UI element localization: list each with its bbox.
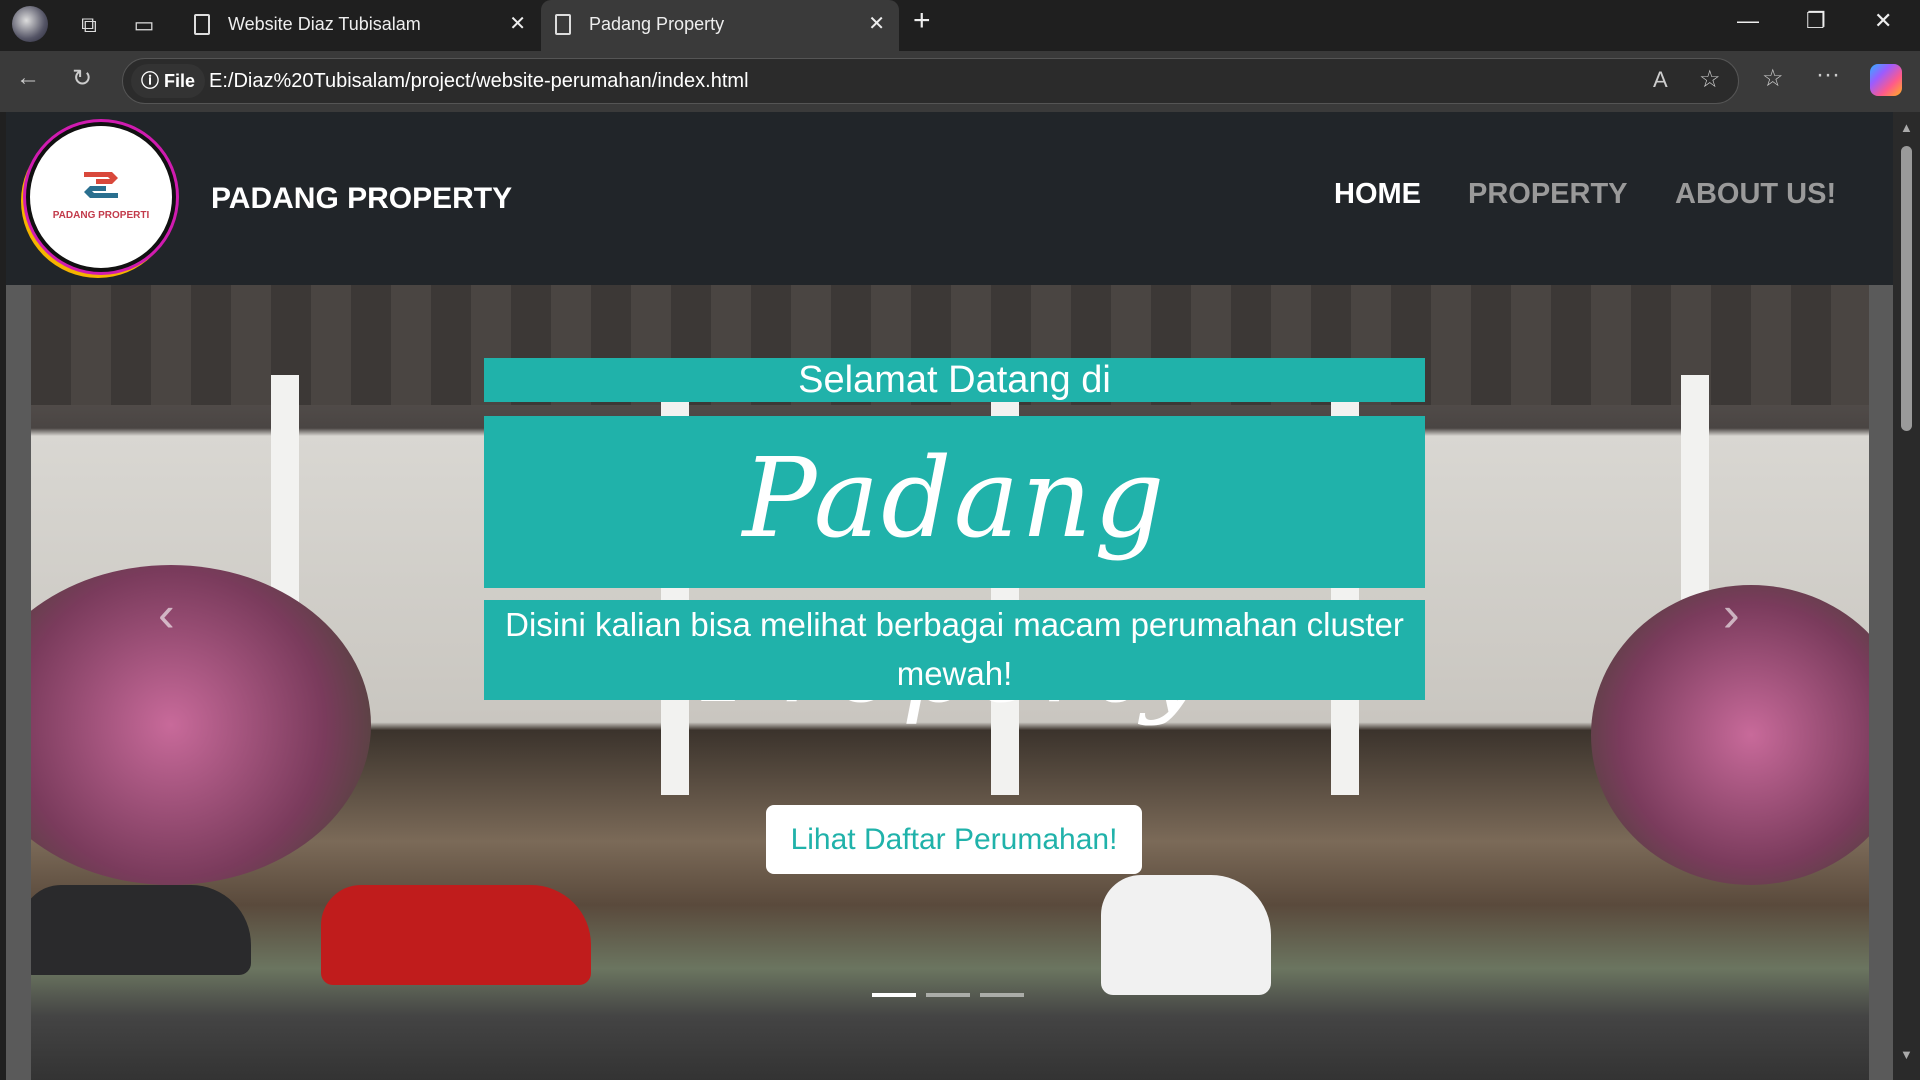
tab-padang-property[interactable]: Padang Property ✕ [541, 0, 899, 51]
hero-greeting: Selamat Datang di [484, 358, 1425, 402]
white-car [1101, 875, 1271, 995]
close-window-icon[interactable]: ✕ [1874, 8, 1892, 34]
logo-text: PADANG PROPERTI [52, 210, 150, 221]
flowering-tree [31, 565, 371, 885]
red-car [321, 885, 591, 985]
dark-car [31, 885, 251, 975]
carousel-prev-icon[interactable]: ‹ [158, 585, 175, 643]
carousel-indicator-1[interactable] [872, 993, 916, 997]
page-icon [194, 14, 210, 35]
refresh-icon[interactable]: ↻ [72, 64, 92, 93]
nav-property[interactable]: PROPERTY [1468, 178, 1628, 211]
new-tab-button[interactable]: + [913, 4, 931, 38]
tab-label: Website Diaz Tubisalam [228, 14, 421, 34]
url-field[interactable]: ⓘ File E:/Diaz%20Tubisalam/project/websi… [122, 58, 1739, 104]
url-text[interactable]: E:/Diaz%20Tubisalam/project/website-peru… [209, 59, 749, 103]
favorite-star-icon[interactable]: ☆ [1699, 65, 1721, 94]
minimize-icon[interactable]: — [1737, 8, 1759, 34]
navbar: PADANG PROPERTI PADANG PROPERTY HOME PRO… [6, 112, 1893, 285]
page-scrollbar[interactable]: ▲ ▼ [1893, 112, 1920, 1080]
read-aloud-icon[interactable]: A [1653, 67, 1668, 93]
site-info-button[interactable]: ⓘ File [131, 64, 206, 98]
scrollbar-thumb[interactable] [1901, 146, 1912, 431]
browser-tab-bar: ⧉ ▭ Website Diaz Tubisalam ✕ Padang Prop… [0, 0, 1920, 51]
scroll-down-icon[interactable]: ▼ [1900, 1047, 1913, 1062]
more-icon[interactable]: ··· [1816, 61, 1840, 89]
tab-label: Padang Property [589, 14, 725, 34]
profile-avatar[interactable] [12, 6, 48, 42]
address-bar: ← ↻ ⓘ File E:/Diaz%20Tubisalam/project/w… [0, 51, 1920, 112]
close-tab-icon[interactable]: ✕ [868, 0, 885, 48]
carousel-indicator-3[interactable] [980, 993, 1024, 997]
page-viewport: PADANG PROPERTI PADANG PROPERTY HOME PRO… [6, 112, 1893, 1080]
workspaces-icon[interactable]: ⧉ [76, 12, 102, 38]
carousel-indicator-2[interactable] [926, 993, 970, 997]
tab-website-diaz[interactable]: Website Diaz Tubisalam ✕ [180, 0, 540, 51]
copilot-icon[interactable] [1870, 64, 1902, 96]
back-icon[interactable]: ← [16, 64, 40, 92]
page-icon [555, 14, 571, 35]
close-tab-icon[interactable]: ✕ [509, 0, 526, 48]
hero-title: Padang Property [484, 416, 1425, 727]
brand-name[interactable]: PADANG PROPERTY [211, 182, 512, 216]
favorites-icon[interactable]: ☆ [1762, 64, 1784, 93]
view-housing-list-button[interactable]: Lihat Daftar Perumahan! [766, 805, 1142, 874]
hero-subtitle: Disini kalian bisa melihat berbagai maca… [484, 600, 1425, 700]
url-badge: File [164, 71, 196, 91]
nav-home[interactable]: HOME [1334, 178, 1421, 211]
vertical-tabs-icon[interactable]: ▭ [131, 12, 157, 38]
nav-about-us[interactable]: ABOUT US! [1675, 178, 1836, 211]
restore-icon[interactable]: ❐ [1806, 8, 1826, 34]
carousel-next-icon[interactable]: › [1723, 585, 1740, 643]
logo[interactable]: PADANG PROPERTI [26, 122, 176, 272]
logo-mark-icon [84, 172, 118, 198]
hero-carousel: Selamat Datang di Padang Property Disini… [31, 285, 1869, 1080]
scroll-up-icon[interactable]: ▲ [1900, 120, 1913, 135]
